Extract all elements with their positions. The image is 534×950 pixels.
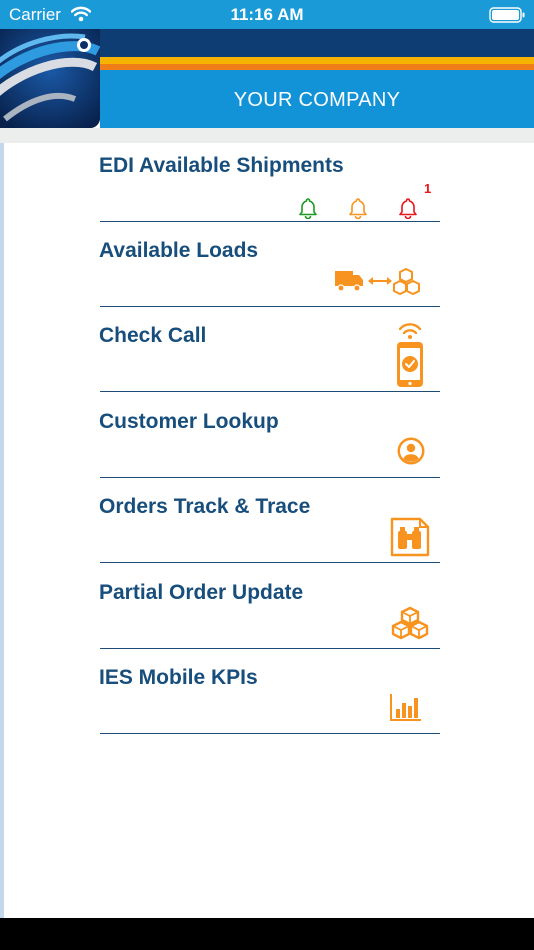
notification-badge: 1 <box>424 181 432 196</box>
company-logo[interactable] <box>0 29 100 128</box>
menu-item-label: Check Call <box>99 324 207 347</box>
app-header: YOUR COMPANY <box>0 29 534 128</box>
menu-item-available-loads[interactable]: Available Loads <box>99 228 440 307</box>
phone-wifi-check-icon <box>394 319 426 394</box>
company-name: YOUR COMPANY <box>233 89 401 111</box>
menu-item-customer-lookup[interactable]: Customer Lookup <box>99 399 440 478</box>
user-circle-icon <box>396 436 426 471</box>
header-stripe-yellow <box>100 57 534 64</box>
menu-item-edi-available-shipments[interactable]: EDI Available Shipments 1 <box>99 143 440 224</box>
menu-item-ies-mobile-kpis[interactable]: IES Mobile KPIs <box>99 655 440 734</box>
boxes-icon <box>390 606 430 645</box>
menu-item-label: Customer Lookup <box>99 410 279 433</box>
header-divider <box>0 128 534 143</box>
left-edge-border <box>0 143 4 918</box>
menu-item-partial-order-update[interactable]: Partial Order Update <box>99 570 440 649</box>
bell-red-icon <box>397 197 419 224</box>
clock: 11:16 AM <box>230 5 304 24</box>
bottom-bar <box>0 918 534 950</box>
status-bar: Carrier 11:16 AM <box>0 0 534 29</box>
bell-orange-icon <box>347 197 369 224</box>
binoculars-document-icon <box>390 517 430 562</box>
menu-item-orders-track-trace[interactable]: Orders Track & Trace <box>99 484 440 563</box>
battery-icon <box>489 7 525 28</box>
header-stripe-navy <box>100 29 534 57</box>
menu-item-label: EDI Available Shipments <box>99 154 344 177</box>
menu-item-label: Partial Order Update <box>99 581 304 604</box>
truck-to-boxes-icon <box>334 267 428 300</box>
menu-item-label: Orders Track & Trace <box>99 495 311 518</box>
bar-chart-icon <box>389 692 423 727</box>
bell-green-icon <box>297 197 319 224</box>
menu-item-check-call[interactable]: Check Call <box>99 313 440 394</box>
menu-item-label: IES Mobile KPIs <box>99 666 258 689</box>
menu-item-label: Available Loads <box>99 239 259 262</box>
